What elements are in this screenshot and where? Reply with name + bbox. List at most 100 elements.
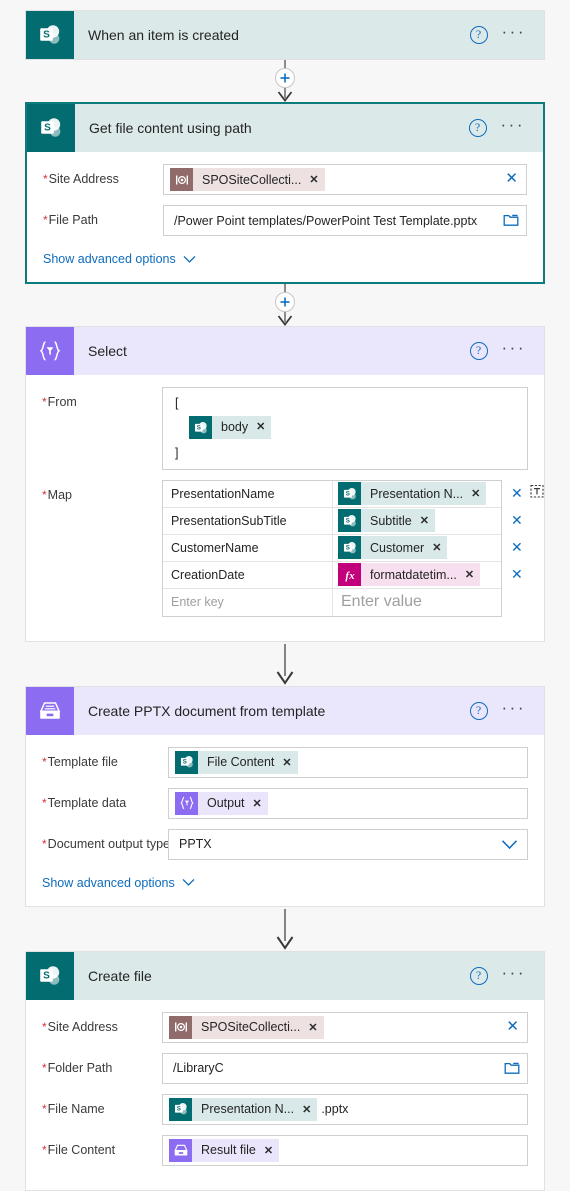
token-remove-icon[interactable]: ✕	[432, 541, 441, 554]
delete-map-row-icon[interactable]: ✕	[511, 567, 523, 581]
show-advanced-label: Show advanced options	[43, 252, 176, 266]
file-name-input[interactable]: S Presentation N... ✕ .pptx	[162, 1093, 528, 1125]
card-header[interactable]: S Create file ? ···	[26, 951, 544, 1000]
map-key-input[interactable]: PresentationName	[163, 480, 333, 507]
pptx-template-icon	[169, 1138, 192, 1162]
token-chip[interactable]: fx formatdatetim... ✕	[338, 563, 481, 586]
delete-map-row-icon[interactable]: ✕	[511, 486, 523, 500]
map-row-action-1: ✕	[502, 507, 552, 534]
token-chip[interactable]: Result file ✕	[169, 1138, 280, 1162]
token-remove-icon[interactable]: ✕	[256, 419, 265, 436]
help-icon[interactable]: ?	[469, 701, 488, 720]
map-value-input[interactable]: S Presentation N... ✕	[333, 481, 501, 507]
map-row[interactable]: PresentationSubTitle S Subtitle ✕	[163, 507, 501, 535]
flow-card-create-file[interactable]: S Create file ? ··· *Site Address SPOSit…	[25, 950, 545, 1191]
spo-site-icon	[170, 168, 193, 191]
help-icon[interactable]: ?	[469, 26, 488, 44]
card-body: *Template file S File Content ✕ *Templat…	[26, 735, 544, 906]
more-menu-icon[interactable]: ···	[494, 339, 530, 359]
map-row[interactable]: CreationDate fx formatdatetim... ✕	[163, 561, 501, 589]
file-name-suffix: .pptx	[321, 1102, 349, 1116]
file-path-input[interactable]: /Power Point templates/PowerPoint Test T…	[163, 205, 527, 236]
map-row[interactable]: PresentationName S Presentation N... ✕	[163, 480, 501, 508]
folder-picker-icon[interactable]	[504, 1060, 520, 1080]
flow-card-select[interactable]: Select ? ··· *From [S body ✕] *Map Pre…	[25, 326, 545, 642]
clear-field-icon[interactable]: ✕	[506, 1018, 519, 1035]
token-remove-icon[interactable]: ✕	[253, 797, 262, 810]
card-header[interactable]: S Get file content using path ? ···	[27, 104, 543, 152]
card-header[interactable]: Select ? ···	[26, 327, 544, 375]
token-remove-icon[interactable]: ✕	[302, 1103, 311, 1116]
required-marker: *	[42, 754, 47, 769]
token-chip[interactable]: S Subtitle ✕	[338, 509, 435, 532]
token-chip[interactable]: S Presentation N... ✕	[169, 1097, 318, 1121]
switch-to-text-mode-icon[interactable]	[530, 484, 544, 503]
show-advanced-options-toggle[interactable]: Show advanced options	[42, 876, 195, 890]
map-key-input[interactable]: PresentationSubTitle	[163, 507, 333, 534]
more-menu-icon[interactable]: ···	[494, 964, 530, 984]
folder-path-input[interactable]: /LibraryC	[162, 1052, 528, 1084]
token-remove-icon[interactable]: ✕	[308, 1021, 317, 1034]
sharepoint-icon: S	[175, 750, 198, 774]
more-menu-icon[interactable]: ···	[494, 699, 530, 719]
token-remove-icon[interactable]: ✕	[471, 487, 480, 500]
token-chip[interactable]: SPOSiteCollecti... ✕	[169, 1015, 324, 1039]
token-label: Result file	[201, 1143, 256, 1157]
field-file-content: *File Content Result file ✕	[42, 1134, 528, 1166]
flow-card-trigger[interactable]: S When an item is created ? ···	[25, 10, 545, 60]
token-chip[interactable]: S Customer ✕	[338, 536, 448, 559]
map-row[interactable]: CustomerName S Customer ✕	[163, 534, 501, 562]
template-data-input[interactable]: Output ✕	[168, 787, 528, 819]
template-file-input[interactable]: S File Content ✕	[168, 746, 528, 778]
map-key-input[interactable]: CustomerName	[163, 534, 333, 561]
flow-card-create-pptx[interactable]: Create PPTX document from template ? ···…	[25, 685, 545, 907]
folder-picker-icon[interactable]	[503, 212, 519, 232]
token-remove-icon[interactable]: ✕	[264, 1144, 273, 1157]
token-remove-icon[interactable]: ✕	[309, 173, 318, 186]
from-input[interactable]: [ S body ✕]	[162, 387, 528, 470]
map-value-input[interactable]: fx formatdatetim... ✕	[333, 562, 501, 588]
site-address-input[interactable]: SPOSiteCollecti... ✕	[162, 1011, 528, 1043]
svg-text:S: S	[345, 517, 349, 524]
token-chip[interactable]: S File Content ✕	[175, 750, 298, 774]
more-menu-icon[interactable]: ···	[493, 116, 529, 136]
map-key-input-empty[interactable]: Enter key	[163, 588, 333, 616]
help-icon[interactable]: ?	[469, 342, 488, 360]
map-key-input[interactable]: CreationDate	[163, 561, 333, 588]
map-row-empty[interactable]: Enter key Enter value	[163, 588, 501, 616]
more-menu-icon[interactable]: ···	[494, 23, 530, 43]
svg-text:S: S	[182, 759, 186, 766]
token-chip[interactable]: SPOSiteCollecti... ✕	[170, 168, 325, 191]
map-value-input[interactable]: S Customer ✕	[333, 535, 501, 561]
connector-add-step-1[interactable]	[0, 60, 570, 102]
token-chip[interactable]: S Presentation N... ✕	[338, 482, 487, 505]
token-remove-icon[interactable]: ✕	[465, 568, 474, 581]
file-content-input[interactable]: Result file ✕	[162, 1134, 528, 1166]
site-address-input[interactable]: SPOSiteCollecti... ✕	[163, 164, 527, 195]
connector-add-step-2[interactable]	[0, 284, 570, 326]
map-value-input-empty[interactable]: Enter value	[333, 589, 501, 616]
token-chip[interactable]: Output ✕	[175, 791, 268, 815]
token-label: body	[221, 420, 249, 434]
clear-field-icon[interactable]: ✕	[505, 171, 518, 187]
help-icon[interactable]: ?	[468, 119, 487, 137]
map-value-input[interactable]: S Subtitle ✕	[333, 508, 501, 534]
card-header[interactable]: Create PPTX document from template ? ···	[26, 686, 544, 735]
flow-card-get-file-content[interactable]: S Get file content using path ? ··· *Sit…	[25, 102, 545, 284]
delete-map-row-icon[interactable]: ✕	[511, 540, 523, 554]
token-label: Presentation N...	[370, 486, 464, 501]
chevron-down-icon[interactable]	[501, 837, 518, 855]
card-title: Select	[88, 343, 127, 359]
token-remove-icon[interactable]: ✕	[420, 514, 429, 527]
token-body: SPOSiteCollecti... ✕	[193, 168, 325, 191]
card-header[interactable]: S When an item is created ? ···	[26, 11, 544, 59]
help-icon[interactable]: ?	[469, 966, 488, 985]
field-file-path: *File Path /Power Point templates/PowerP…	[43, 205, 527, 236]
show-advanced-options-toggle[interactable]: Show advanced options	[43, 252, 196, 266]
token-chip[interactable]: S body ✕	[189, 416, 272, 439]
document-output-type-select[interactable]: PPTX	[168, 828, 528, 860]
delete-map-row-icon[interactable]: ✕	[511, 513, 523, 527]
token-remove-icon[interactable]: ✕	[282, 756, 291, 769]
field-control: PresentationName S Presentation N... ✕ P…	[162, 479, 552, 617]
field-from: *From [ S body ✕]	[42, 387, 528, 470]
